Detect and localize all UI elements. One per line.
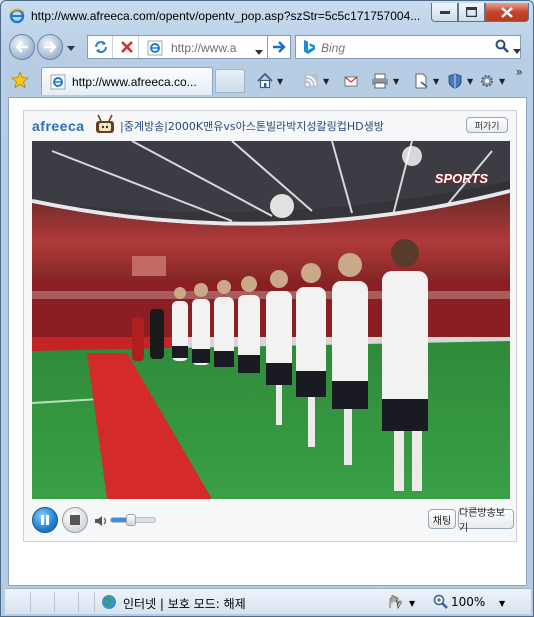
chevron-down-icon [67,46,75,51]
status-segment [81,592,95,612]
shield-icon [448,73,462,89]
close-icon [501,6,513,18]
maximize-icon [466,7,477,17]
chevron-down-icon[interactable]: ▼ [409,599,415,608]
chat-button[interactable]: 채팅 [428,509,456,529]
gear-icon [481,75,493,87]
new-tab-button[interactable] [215,69,245,93]
zoom-magnifier-icon[interactable] [433,594,449,613]
chevron-down-icon [513,49,521,54]
favorites-button[interactable] [11,70,29,92]
forward-button[interactable] [37,34,63,60]
mail-icon [344,76,358,87]
back-button[interactable] [9,34,35,60]
globe-icon [101,594,117,613]
video-frame[interactable]: SPORTS [32,141,510,499]
mail-button[interactable] [343,71,359,91]
video-player: afreeca |중계방송|2000K맨유vs아스톤빌라박지성칼링컵HD생방 퍼… [23,110,517,542]
stop-x-icon [120,41,133,53]
volume-knob[interactable] [125,514,136,526]
printer-icon [372,73,388,89]
tools-menu-button[interactable]: ▼ [479,71,505,91]
tab-bar: http://www.afreeca.co... ▼ ▼ ▼ ▼ ▼ ▼ » [5,65,531,95]
address-dropdown[interactable] [255,45,263,59]
magnifier-icon [495,39,509,53]
stop-playback-button[interactable] [62,507,88,533]
title-bar: http://www.afreeca.com/opentv/opentv_pop… [5,3,531,29]
home-button[interactable]: ▼ [257,71,283,91]
rss-icon [304,74,318,88]
star-icon [11,70,29,89]
ie-page-icon [50,74,66,93]
page-icon [415,73,428,89]
print-button[interactable]: ▼ [371,71,399,91]
chevron-down-icon: ▼ [323,76,330,86]
arrow-left-icon [15,41,28,53]
feeds-button[interactable]: ▼ [303,71,329,91]
status-bar: 인터넷 | 보호 모드: 해제 ▼ 100% ▼ [5,588,531,614]
chevron-down-icon[interactable]: ▼ [499,599,505,608]
chevron-down-icon [255,50,263,55]
status-segment [57,592,79,612]
stadium-scene-image [32,141,510,499]
page-ie-icon [147,40,163,56]
chevron-down-icon: ▼ [433,76,440,86]
broadcast-title: |중계방송|2000K맨유vs아스톤빌라박지성칼링컵HD생방 [120,120,384,133]
search-button[interactable] [495,39,509,56]
player-header: afreeca |중계방송|2000K맨유vs아스톤빌라박지성칼링컵HD생방 퍼… [24,111,516,139]
close-button[interactable] [485,3,529,22]
search-input[interactable] [321,41,491,55]
stop-button[interactable] [115,36,139,58]
stop-square-icon [70,515,80,525]
status-segment [9,592,31,612]
pause-button[interactable] [32,507,58,533]
bing-icon [301,39,317,58]
security-zone-text[interactable]: 인터넷 | 보호 모드: 해제 [123,595,246,612]
refresh-icon [94,41,107,53]
safety-menu-button[interactable]: ▼ [447,71,473,91]
channel-logo: SPORTS [434,171,488,186]
refresh-button[interactable] [89,36,113,58]
ie-logo-icon [9,8,25,24]
go-arrow-icon [273,41,286,53]
tab-current[interactable]: http://www.afreeca.co... [41,67,213,95]
status-segment [33,592,55,612]
arrow-right-icon [44,41,57,53]
tab-label: http://www.afreeca.co... [72,75,197,89]
chevron-down-icon: ▼ [499,76,506,86]
zoom-level[interactable]: 100% [451,595,485,609]
player-controls: 채팅 다른방송보기 [24,505,516,541]
share-button[interactable]: 퍼가기 [466,117,508,133]
maximize-button[interactable] [458,3,485,22]
chevron-down-icon: ▼ [277,76,284,86]
protected-mode-button[interactable] [387,594,405,613]
window-controls [431,3,529,22]
page-content: afreeca |중계방송|2000K맨유vs아스톤빌라박지성칼링컵HD생방 퍼… [8,97,527,586]
window-title: http://www.afreeca.com/opentv/opentv_pop… [31,9,421,23]
history-dropdown[interactable] [67,41,77,51]
home-icon [257,73,273,89]
afreeca-logo: afreeca [32,118,85,134]
minimize-button[interactable] [431,3,458,22]
page-menu-button[interactable]: ▼ [413,71,439,91]
browser-window: http://www.afreeca.com/opentv/opentv_pop… [0,0,534,617]
hand-security-icon [389,595,402,610]
address-text[interactable]: http://www.a [171,41,253,55]
chevron-down-icon: ▼ [467,76,474,86]
tv-mascot-icon [94,113,116,138]
minimize-icon [439,11,450,14]
speaker-icon[interactable] [94,515,108,530]
go-button[interactable] [267,35,291,59]
pause-icon [41,515,49,525]
other-broadcasts-button[interactable]: 다른방송보기 [458,508,514,534]
volume-slider[interactable] [110,514,156,526]
search-options-dropdown[interactable] [513,44,521,58]
chevron-down-icon: ▼ [393,76,400,86]
more-commands-button[interactable]: » [516,65,523,79]
